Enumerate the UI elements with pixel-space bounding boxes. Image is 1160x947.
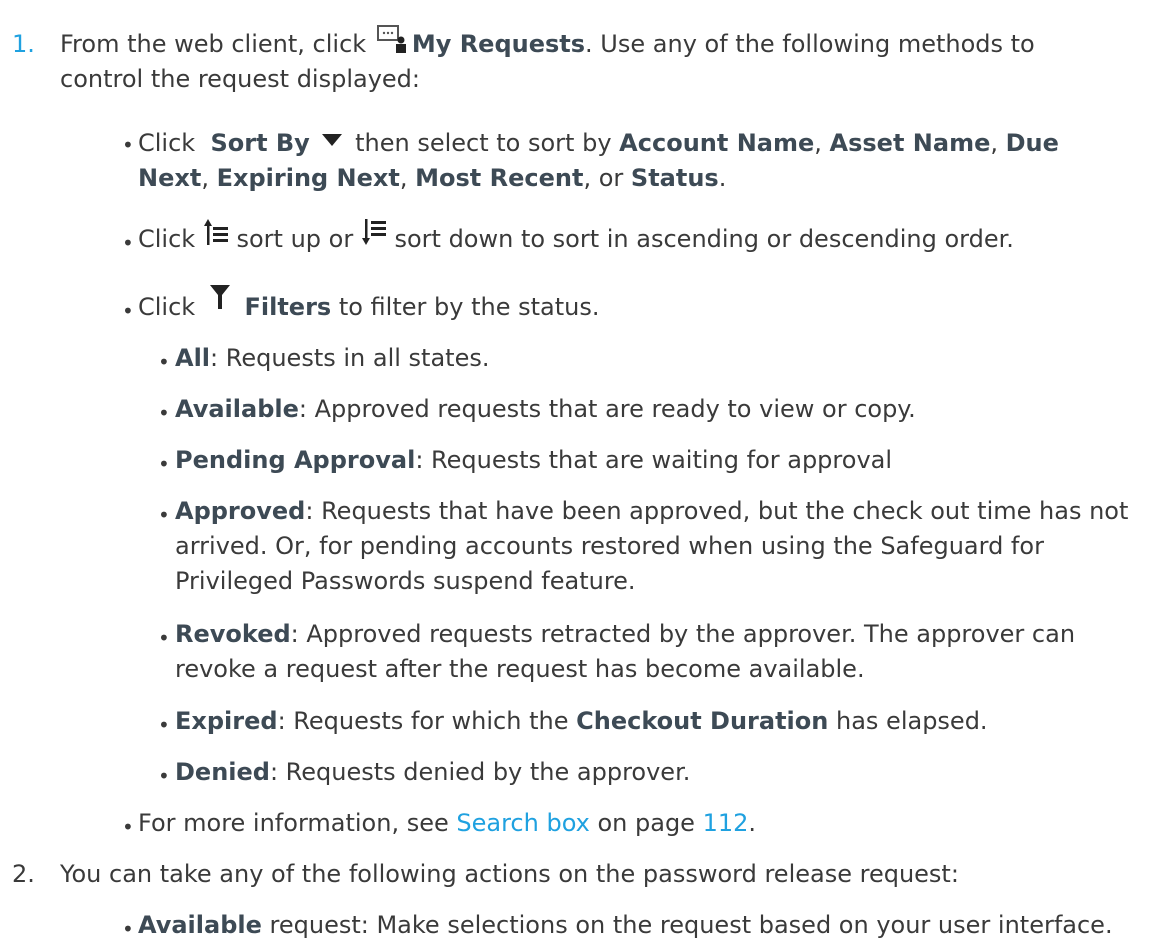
filter-expired: Expired: Requests for which the Checkout… xyxy=(175,704,1135,739)
sort-direction-item: Click sort up or sort down to sort in as… xyxy=(138,219,1138,257)
text: or xyxy=(598,164,624,192)
search-box-link[interactable]: Search box xyxy=(456,809,589,837)
filter-icon xyxy=(209,283,231,313)
more-info-item: For more information, see Search box on … xyxy=(138,806,1138,841)
status-desc: : Requests denied by the approver. xyxy=(269,758,691,786)
checkout-duration-label: Checkout Duration xyxy=(576,707,829,735)
page-link[interactable]: 112 xyxy=(703,809,749,837)
step-1-text: From the web client, click My Requests. … xyxy=(60,24,1120,97)
step-number: 1. xyxy=(12,30,35,58)
filter-all: All: Requests in all states. xyxy=(175,341,1135,376)
filter-available: Available: Approved requests that are re… xyxy=(175,392,1135,427)
sort-by-label: Sort By xyxy=(210,129,310,157)
text: then select to sort by xyxy=(355,129,612,157)
text: sort down to sort in ascending or descen… xyxy=(394,225,1014,253)
sort-up-icon xyxy=(203,217,229,247)
sort-dropdown-arrow-icon xyxy=(321,123,343,146)
status-desc: : Approved requests that are ready to vi… xyxy=(298,395,916,423)
action-available: Available request: Make selections on th… xyxy=(138,908,1138,943)
filter-pending-approval: Pending Approval: Requests that are wait… xyxy=(175,443,1135,478)
option-expiring-next: Expiring Next xyxy=(216,164,400,192)
status-desc: : Requests in all states. xyxy=(210,344,490,372)
status-desc: has elapsed. xyxy=(836,707,988,735)
status-term: Expired xyxy=(175,707,278,735)
text: . xyxy=(718,164,727,192)
my-requests-label: My Requests xyxy=(411,30,586,58)
status-desc: : Approved requests retracted by the app… xyxy=(175,620,1076,683)
click-text: Click xyxy=(138,293,196,321)
filter-approved: Approved: Requests that have been approv… xyxy=(175,494,1135,599)
bullet-dot: • xyxy=(122,231,134,255)
bullet-dot: • xyxy=(158,401,170,425)
sort-down-icon xyxy=(361,217,387,247)
action-desc: request: Make selections on the request … xyxy=(269,911,1113,939)
bullet-dot: • xyxy=(158,764,170,788)
filter-revoked: Revoked: Approved requests retracted by … xyxy=(175,617,1135,687)
filters-label: Filters xyxy=(244,293,332,321)
bullet-dot: • xyxy=(122,815,134,839)
step-number: 2. xyxy=(12,860,35,888)
bullet-dot: • xyxy=(158,452,170,476)
bullet-dot: • xyxy=(158,350,170,374)
bullet-dot: • xyxy=(158,503,170,527)
bullet-dot: • xyxy=(158,626,170,650)
option-most-recent: Most Recent xyxy=(415,164,584,192)
status-term: All xyxy=(175,344,211,372)
bullet-dot: • xyxy=(122,917,134,941)
status-desc: : Requests for which the xyxy=(277,707,569,735)
click-text: Click xyxy=(138,129,196,157)
status-term: Denied xyxy=(175,758,270,786)
status-term: Pending Approval xyxy=(175,446,416,474)
text: to filter by the status. xyxy=(338,293,600,321)
filter-denied: Denied: Requests denied by the approver. xyxy=(175,755,1135,790)
sort-by-item: Click Sort By then select to sort by Acc… xyxy=(138,126,1138,196)
bullet-dot: • xyxy=(158,713,170,737)
step-text: From the web client, click xyxy=(60,30,367,58)
option-asset-name: Asset Name xyxy=(829,129,991,157)
bullet-dot: • xyxy=(122,299,134,323)
bullet-dot: • xyxy=(122,133,134,157)
text: on page xyxy=(597,809,695,837)
status-term: Approved xyxy=(175,497,306,525)
option-status: Status xyxy=(630,164,719,192)
click-text: Click xyxy=(138,225,196,253)
option-account-name: Account Name xyxy=(619,129,815,157)
status-term: Revoked xyxy=(175,620,291,648)
status-desc: : Requests that have been approved, but … xyxy=(175,497,1129,595)
text: sort up or xyxy=(236,225,354,253)
status-term: Available xyxy=(175,395,299,423)
filters-item: Click Filters to filter by the status. xyxy=(138,285,1138,325)
text: . xyxy=(748,809,757,837)
text: For more information, see xyxy=(138,809,449,837)
step-2-text: You can take any of the following action… xyxy=(60,860,959,888)
status-desc: : Requests that are waiting for approval xyxy=(415,446,893,474)
my-requests-icon xyxy=(376,24,410,54)
action-term: Available xyxy=(138,911,262,939)
